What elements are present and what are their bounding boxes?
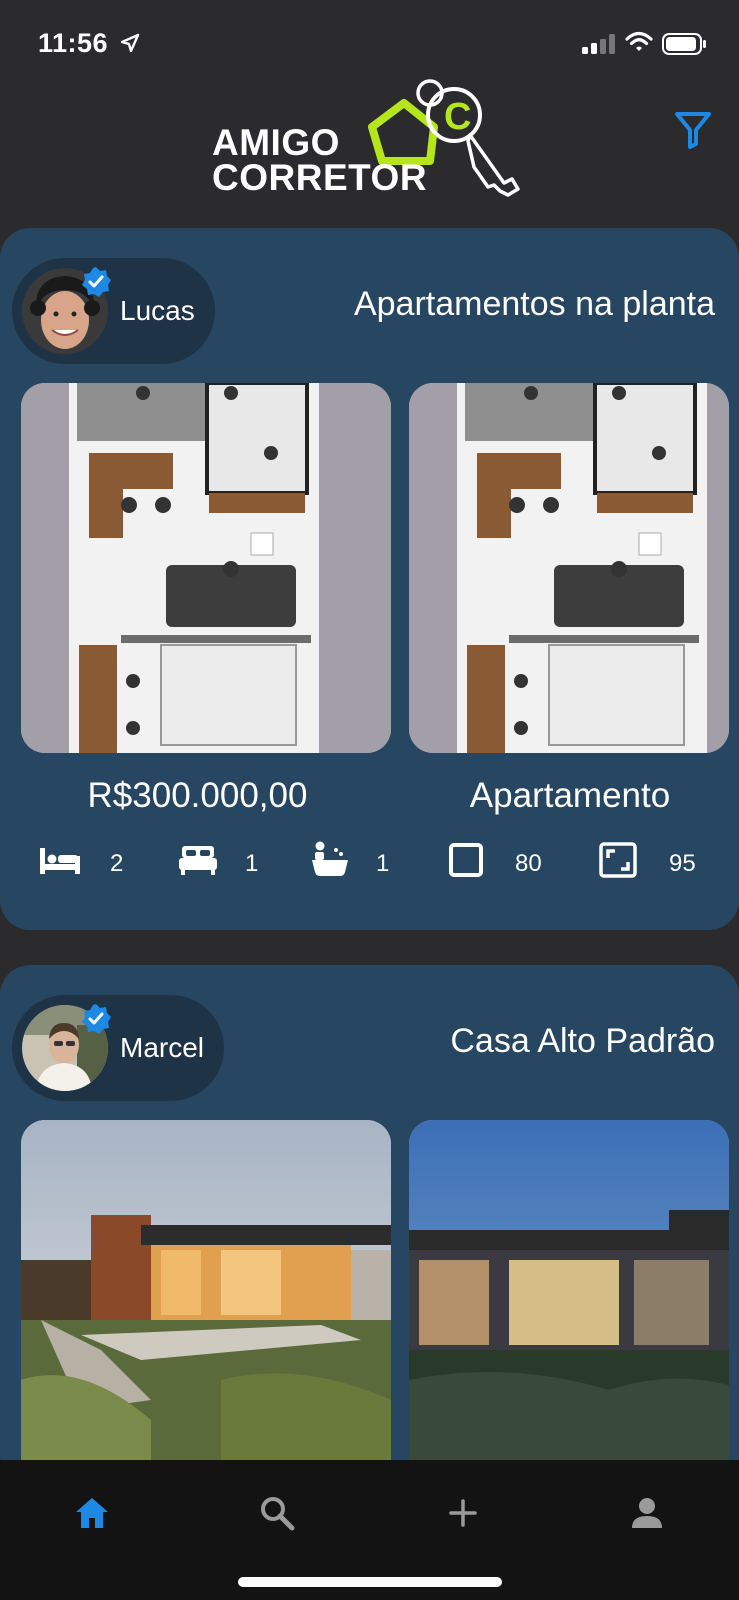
logo-line2: CORRETOR (212, 157, 428, 198)
features-row: 2 1 1 80 95 (0, 838, 739, 888)
bedrooms-count: 2 (110, 850, 124, 877)
listing-card[interactable]: Marcel Casa Alto Padrão (0, 965, 739, 1485)
filter-icon (675, 112, 711, 149)
cellular-signal-icon (582, 34, 615, 54)
nav-search[interactable] (252, 1488, 302, 1538)
agent-chip[interactable]: Lucas (12, 258, 215, 364)
bed-icon (40, 848, 80, 874)
location-arrow-icon (120, 33, 140, 53)
listing-photo[interactable] (21, 383, 391, 753)
property-type: Apartamento (469, 776, 671, 815)
bathtub-icon (312, 841, 348, 876)
add-icon (449, 1499, 477, 1527)
filter-button[interactable] (674, 110, 712, 150)
battery-icon (662, 33, 706, 55)
bathrooms-count: 1 (376, 850, 390, 877)
house-photo (409, 1120, 729, 1485)
listing-photo[interactable] (21, 1120, 391, 1485)
logo-mark-letter: C (444, 96, 471, 138)
nav-profile[interactable] (622, 1488, 672, 1538)
agent-name: Lucas (120, 295, 195, 326)
wifi-icon (625, 31, 653, 51)
logo-line1: AMIGO (212, 122, 340, 163)
profile-icon (632, 1498, 662, 1528)
total-area-icon (599, 842, 637, 878)
listing-photo[interactable] (409, 383, 729, 753)
status-time: 11:56 (38, 28, 109, 58)
nav-add[interactable] (438, 1488, 488, 1538)
listing-title: Apartamentos na planta (353, 285, 715, 323)
total-area-value: 95 (669, 850, 696, 877)
app-logo: C AMIGO CORRETOR (212, 75, 532, 205)
square-area-icon (449, 843, 483, 877)
house-photo (21, 1120, 391, 1485)
agent-name: Marcel (120, 1032, 205, 1063)
avatar (22, 1004, 111, 1091)
search-icon (261, 1497, 295, 1531)
floor-plan-image (21, 383, 391, 753)
listing-price: R$300.000,00 (87, 776, 308, 815)
listing-card[interactable]: Lucas Apartamentos na planta R$300.000,0… (0, 228, 739, 930)
listing-title: Casa Alto Padrão (450, 1022, 715, 1060)
home-indicator[interactable] (238, 1577, 502, 1587)
home-icon (76, 1498, 108, 1528)
nav-home[interactable] (67, 1488, 117, 1538)
verified-badge-icon (82, 1004, 111, 1034)
beds-count: 1 (245, 850, 259, 877)
double-bed-icon (179, 846, 217, 875)
agent-chip[interactable]: Marcel (12, 995, 225, 1101)
verified-badge-icon (82, 267, 111, 297)
listing-photo[interactable] (409, 1120, 729, 1485)
area-value: 80 (515, 850, 542, 877)
avatar (22, 267, 111, 354)
floor-plan-image (409, 383, 729, 753)
